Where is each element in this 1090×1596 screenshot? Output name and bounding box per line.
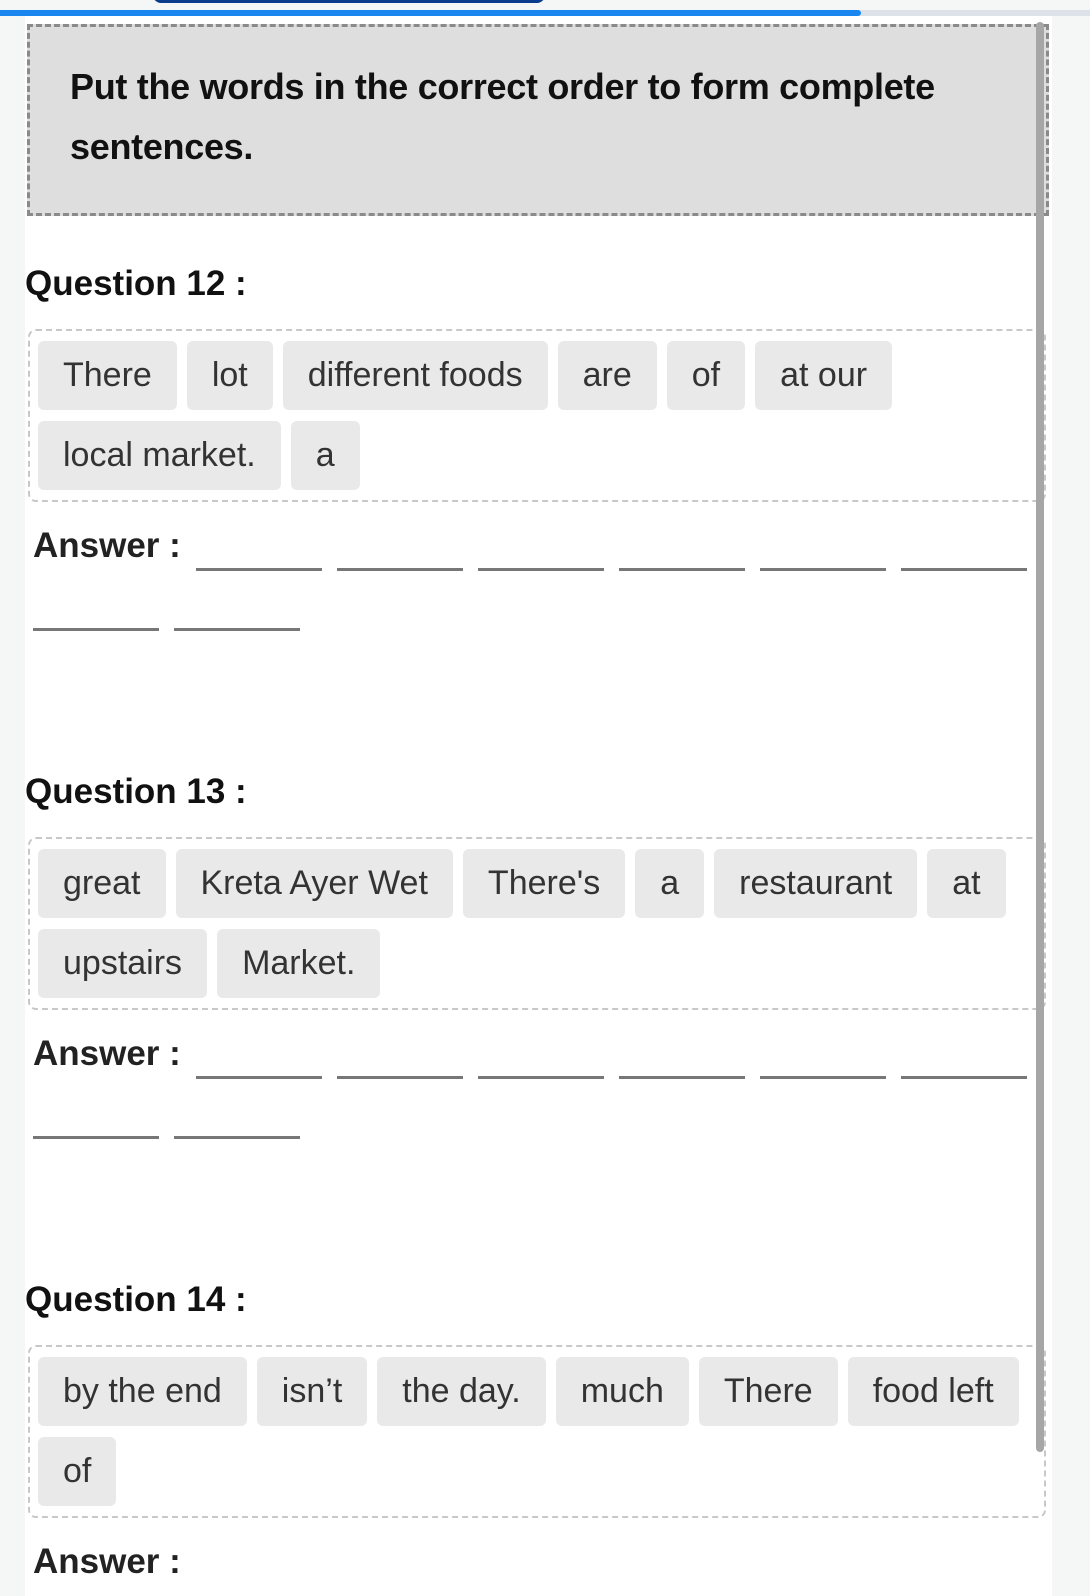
answer-blank[interactable] [901,568,1027,571]
answer-blank[interactable] [196,568,322,571]
answer-blank[interactable] [619,568,745,571]
top-action-button[interactable] [153,0,545,3]
instruction-box: Put the words in the correct order to fo… [27,24,1049,216]
word-chip[interactable]: isn’t [256,1357,368,1426]
answer-blank[interactable] [478,568,604,571]
vertical-scrollbar[interactable] [1036,22,1044,1452]
word-chip[interactable]: of [38,1437,117,1506]
word-chip[interactable]: of [666,341,746,410]
worksheet-content: Put the words in the correct order to fo… [25,16,1052,1596]
word-chip[interactable]: There [698,1357,838,1426]
word-bank-q13: great Kreta Ayer Wet There's a restaurant at u… [28,837,1046,1010]
word-chip[interactable]: the day. [377,1357,546,1426]
word-chip[interactable]: by the end [38,1357,247,1426]
word-chip[interactable]: great [38,849,166,918]
word-chip[interactable]: There [38,341,177,410]
word-chip[interactable]: a [635,849,705,918]
word-chip[interactable]: restaurant [714,849,918,918]
word-chip[interactable]: at [927,849,1006,918]
word-chip[interactable]: Kreta Ayer Wet [175,849,453,918]
word-chip[interactable]: local market. [38,421,281,490]
question-12-title: Question 12 : [25,264,247,303]
word-chip[interactable]: Market. [217,929,381,998]
word-bank-q14: by the end isn’t the day. much There food lef… [28,1345,1046,1518]
answer-label-q13: Answer : [33,1034,181,1073]
word-chip[interactable]: upstairs [38,929,208,998]
answer-label-q12: Answer : [33,526,181,565]
instruction-text: Put the words in the correct order to fo… [70,66,935,167]
answer-blank[interactable] [337,1076,463,1079]
word-chip[interactable]: at our [755,341,893,410]
word-chip[interactable]: different foods [282,341,548,410]
question-13-title: Question 13 : [25,772,247,811]
question-14-title: Question 14 : [25,1280,247,1319]
answer-blank[interactable] [174,628,300,631]
word-bank-q12: There lot different foods are of at our local … [28,329,1046,502]
answer-blank[interactable] [901,1076,1027,1079]
word-chip[interactable]: food left [847,1357,1019,1426]
answer-blank[interactable] [760,568,886,571]
answer-blank[interactable] [337,568,463,571]
word-chip[interactable]: There's [462,849,626,918]
word-chip[interactable]: much [555,1357,689,1426]
answer-blank[interactable] [196,1076,322,1079]
answer-blank[interactable] [619,1076,745,1079]
answer-blank[interactable] [760,1076,886,1079]
answer-label-q14: Answer : [33,1542,181,1581]
answer-blank[interactable] [174,1136,300,1139]
word-chip[interactable]: lot [186,341,273,410]
answer-blank[interactable] [478,1076,604,1079]
answer-blank[interactable] [33,628,159,631]
word-chip[interactable]: are [557,341,657,410]
word-chip[interactable]: a [290,421,360,490]
answer-blank[interactable] [33,1136,159,1139]
